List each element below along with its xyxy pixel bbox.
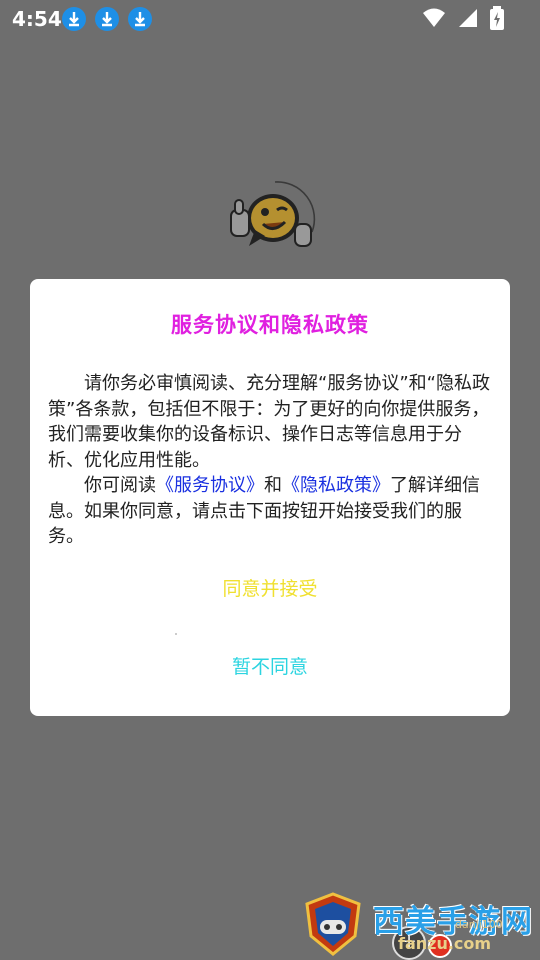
dialog-paragraph-1: 请你务必审慎阅读、充分理解“服务协议”和“隐私政策”各条款，包括但不限于：为了更… bbox=[48, 373, 490, 471]
wifi-icon bbox=[423, 8, 445, 27]
download-icon bbox=[128, 7, 152, 31]
watermark-url: fanzu.com bbox=[398, 934, 492, 953]
dialog-title: 服务协议和隐私政策 bbox=[171, 313, 369, 337]
status-time: 4:54 bbox=[12, 7, 62, 31]
watermark-logo-icon bbox=[305, 892, 361, 956]
mascot-thumbs-up-icon bbox=[230, 194, 312, 247]
privacy-dialog: 服务协议和隐私政策 请你务必审慎阅读、充分理解“服务协议”和“隐私政策”各条款，… bbox=[30, 279, 510, 716]
status-bar: 4:54 bbox=[0, 0, 540, 38]
dialog-body: 请你务必审慎阅读、充分理解“服务协议”和“隐私政策”各条款，包括但不限于：为了更… bbox=[48, 371, 494, 550]
agree-button[interactable]: 同意并接受 bbox=[30, 574, 510, 601]
privacy-policy-link[interactable]: 《隐私政策》 bbox=[282, 475, 390, 496]
paragraph-2-prefix: 你可阅读 bbox=[84, 475, 156, 496]
download-icon bbox=[62, 7, 86, 31]
divider bbox=[175, 633, 177, 635]
signal-icon bbox=[459, 9, 477, 27]
dialog-paragraph-2: 你可阅读《服务协议》和《隐私政策》了解详细信息。如果你同意，请点击下面按钮开始接… bbox=[48, 473, 494, 550]
service-agreement-link[interactable]: 《服务协议》 bbox=[156, 475, 264, 496]
watermark-small-text: danji100 bbox=[455, 918, 503, 931]
battery-charging-icon bbox=[490, 6, 504, 30]
disagree-button[interactable]: 暂不同意 bbox=[30, 652, 510, 679]
download-icon bbox=[95, 7, 119, 31]
paragraph-2-and: 和 bbox=[264, 475, 282, 496]
